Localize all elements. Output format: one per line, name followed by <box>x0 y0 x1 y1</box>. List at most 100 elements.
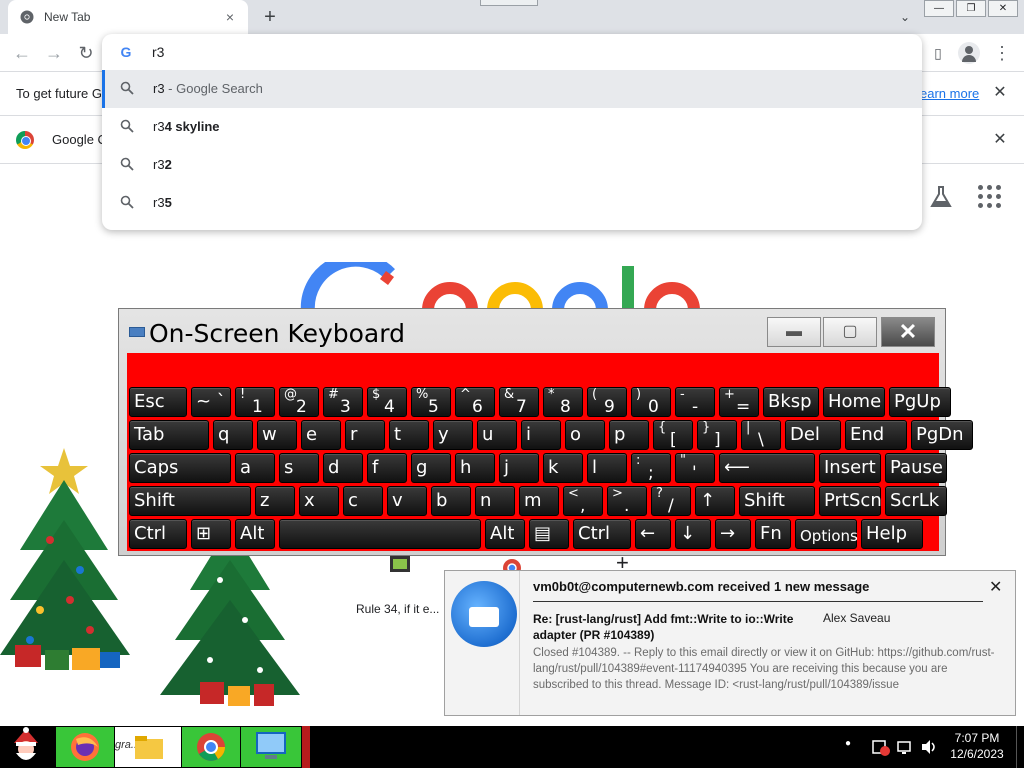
osk-key[interactable]: Fn <box>755 519 791 549</box>
osk-key[interactable]: f <box>367 453 407 483</box>
new-tab-button[interactable]: + <box>258 6 282 28</box>
osk-key[interactable]: Insert <box>819 453 881 483</box>
osk-key[interactable]: PgDn <box>911 420 973 450</box>
osk-key[interactable]: ▤ <box>529 519 569 549</box>
osk-key[interactable]: ? / <box>651 486 691 516</box>
osk-key[interactable]: d <box>323 453 363 483</box>
osk-key[interactable]: PgUp <box>889 387 951 417</box>
osk-key[interactable]: ! 1 <box>235 387 275 417</box>
action-center-warning-icon[interactable] <box>872 738 890 756</box>
osk-key[interactable]: ) 0 <box>631 387 671 417</box>
osk-key[interactable]: s <box>279 453 319 483</box>
chrome-menu-button[interactable]: ⋮ <box>990 42 1014 64</box>
volume-icon[interactable] <box>920 738 938 756</box>
osk-key[interactable]: t <box>389 420 429 450</box>
osk-key[interactable]: @2 <box>279 387 319 417</box>
labs-flask-icon[interactable] <box>930 185 952 209</box>
restore-button[interactable]: ❐ <box>956 0 986 17</box>
osk-key[interactable]: Pause <box>885 453 947 483</box>
osk-key[interactable]: >. <box>607 486 647 516</box>
tray-dot-icon[interactable]: ● <box>845 738 851 749</box>
osk-key[interactable]: :; <box>631 453 671 483</box>
osk-key[interactable]: ScrLk <box>885 486 947 516</box>
osk-key[interactable]: ⊞ <box>191 519 231 549</box>
omnibox-suggestion[interactable]: r3 - Google Search <box>102 70 922 108</box>
osk-key[interactable]: * 8 <box>543 387 583 417</box>
osk-key[interactable]: i <box>521 420 561 450</box>
osk-close-button[interactable]: ✕ <box>881 317 935 347</box>
osk-maximize-button[interactable]: ▢ <box>823 317 877 347</box>
osk-key[interactable]: y <box>433 420 473 450</box>
osk-key[interactable]: m <box>519 486 559 516</box>
osk-titlebar[interactable]: On-Screen Keyboard ▬ ▢ ✕ <box>119 309 945 351</box>
tab-new-tab[interactable]: New Tab × <box>8 0 248 34</box>
omnibox-suggestion[interactable]: r34 skyline <box>102 108 922 146</box>
osk-key[interactable]: r <box>345 420 385 450</box>
osk-key[interactable]: + = <box>719 387 759 417</box>
taskbar-chrome[interactable] <box>182 727 240 767</box>
window-drag-handle[interactable] <box>480 0 538 6</box>
minimize-button[interactable]: — <box>924 0 954 17</box>
show-desktop-button[interactable] <box>1016 726 1024 768</box>
osk-minimize-button[interactable]: ▬ <box>767 317 821 347</box>
osk-key[interactable]: → <box>715 519 751 549</box>
osk-key[interactable]: }] <box>697 420 737 450</box>
osk-key[interactable]: o <box>565 420 605 450</box>
osk-key[interactable]: Ctrl <box>129 519 187 549</box>
osk-key[interactable]: Caps <box>129 453 231 483</box>
osk-key[interactable]: ↑ <box>695 486 735 516</box>
osk-key[interactable]: b <box>431 486 471 516</box>
osk-key[interactable]: ^ 6 <box>455 387 495 417</box>
osk-key[interactable]: #3 <box>323 387 363 417</box>
osk-key[interactable]: e <box>301 420 341 450</box>
address-bar-input[interactable] <box>152 40 892 64</box>
osk-key[interactable]: ⟵ <box>719 453 815 483</box>
osk-key[interactable]: (9 <box>587 387 627 417</box>
osk-key[interactable]: ← <box>635 519 671 549</box>
omnibox-suggestion[interactable]: r32 <box>102 146 922 184</box>
osk-key[interactable]: & 7 <box>499 387 539 417</box>
osk-key[interactable]: <, <box>563 486 603 516</box>
osk-key[interactable]: k <box>543 453 583 483</box>
osk-key[interactable] <box>279 519 481 549</box>
osk-key[interactable]: q <box>213 420 253 450</box>
osk-key[interactable]: -- <box>675 387 715 417</box>
osk-key[interactable]: Bksp <box>763 387 819 417</box>
osk-key[interactable]: g <box>411 453 451 483</box>
profile-avatar[interactable] <box>958 42 980 64</box>
shortcut-tile-icon[interactable] <box>388 556 412 576</box>
osk-key[interactable]: p <box>609 420 649 450</box>
close-window-button[interactable]: ✕ <box>988 0 1018 17</box>
start-button-santa-icon[interactable] <box>0 727 52 767</box>
tab-close-icon[interactable]: × <box>220 7 240 27</box>
osk-key[interactable]: " ' <box>675 453 715 483</box>
info-bar-close-icon[interactable]: ✕ <box>990 82 1010 104</box>
osk-key[interactable]: j <box>499 453 539 483</box>
network-icon[interactable] <box>896 738 914 756</box>
osk-key[interactable]: Alt <box>235 519 275 549</box>
osk-key[interactable]: Help <box>861 519 923 549</box>
learn-more-link[interactable]: earn more <box>920 86 979 101</box>
taskbar-file-explorer[interactable]: gra...ed fi <box>115 727 181 767</box>
osk-key[interactable]: % 5 <box>411 387 451 417</box>
osk-key[interactable]: x <box>299 486 339 516</box>
osk-key[interactable]: ↓ <box>675 519 711 549</box>
osk-key[interactable]: Ctrl <box>573 519 631 549</box>
osk-key[interactable]: v <box>387 486 427 516</box>
osk-key[interactable]: a <box>235 453 275 483</box>
side-panel-button[interactable]: ▯ <box>926 42 950 64</box>
forward-button[interactable]: → <box>42 42 66 64</box>
osk-key[interactable]: Shift <box>129 486 251 516</box>
osk-key[interactable]: {[ <box>653 420 693 450</box>
tab-search-button[interactable]: ⌄ <box>895 6 915 28</box>
osk-key[interactable]: u <box>477 420 517 450</box>
osk-key[interactable]: l <box>587 453 627 483</box>
osk-key[interactable]: Tab <box>129 420 209 450</box>
taskbar-network-app[interactable] <box>241 727 301 767</box>
reload-button[interactable]: ↻ <box>74 42 98 64</box>
taskbar-firefox[interactable] <box>56 727 114 767</box>
osk-key[interactable]: Alt <box>485 519 525 549</box>
osk-key[interactable]: | \ <box>741 420 781 450</box>
osk-key[interactable]: Shift <box>739 486 815 516</box>
osk-key[interactable]: z <box>255 486 295 516</box>
